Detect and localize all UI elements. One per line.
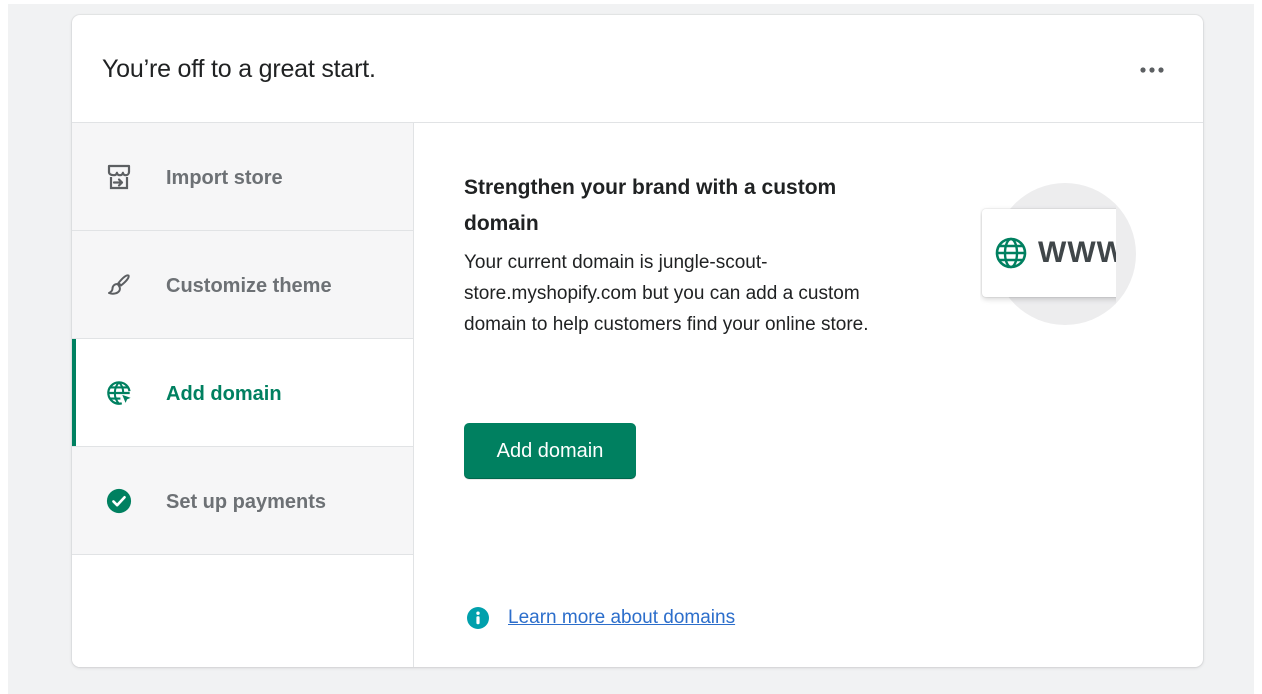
steps-sidebar: Import store Customize theme Add domain … <box>72 123 414 667</box>
step-label: Add domain <box>166 383 282 405</box>
step-label: Set up payments <box>166 491 327 513</box>
card-title: You’re off to a great start. <box>102 55 376 83</box>
content-title: Strengthen your brand with a custom doma… <box>464 176 837 235</box>
step-customize-theme[interactable]: Customize theme <box>72 231 413 339</box>
paintbrush-icon <box>106 272 132 298</box>
checkmark-circle-icon <box>106 488 132 514</box>
setup-guide-card: You’re off to a great start. Import stor… <box>72 15 1203 667</box>
url-card: WWW <box>982 209 1116 297</box>
step-import-store[interactable]: Import store <box>72 123 413 231</box>
domain-illustration: WWW <box>980 163 1116 353</box>
step-label: Customize theme <box>166 275 332 297</box>
info-icon <box>467 607 489 629</box>
add-domain-button[interactable]: Add domain <box>464 423 636 479</box>
globe-icon <box>995 237 1027 269</box>
card-header: You’re off to a great start. <box>72 15 1203 123</box>
step-add-domain[interactable]: Add domain <box>72 339 413 447</box>
import-store-icon <box>106 164 132 190</box>
content-description: Your current domain is jungle-scout-stor… <box>464 252 869 335</box>
ellipsis-horizontal-icon <box>1140 67 1164 73</box>
globe-cursor-icon <box>106 380 132 406</box>
more-actions-button[interactable] <box>1135 59 1169 81</box>
step-content-panel: Strengthen your brand with a custom doma… <box>414 123 1203 667</box>
learn-more-row: Learn more about domains <box>466 604 735 632</box>
www-text: WWW <box>1038 236 1116 269</box>
step-set-up-payments[interactable]: Set up payments <box>72 447 413 555</box>
learn-more-link[interactable]: Learn more about domains <box>508 607 735 629</box>
step-label: Import store <box>166 167 283 189</box>
